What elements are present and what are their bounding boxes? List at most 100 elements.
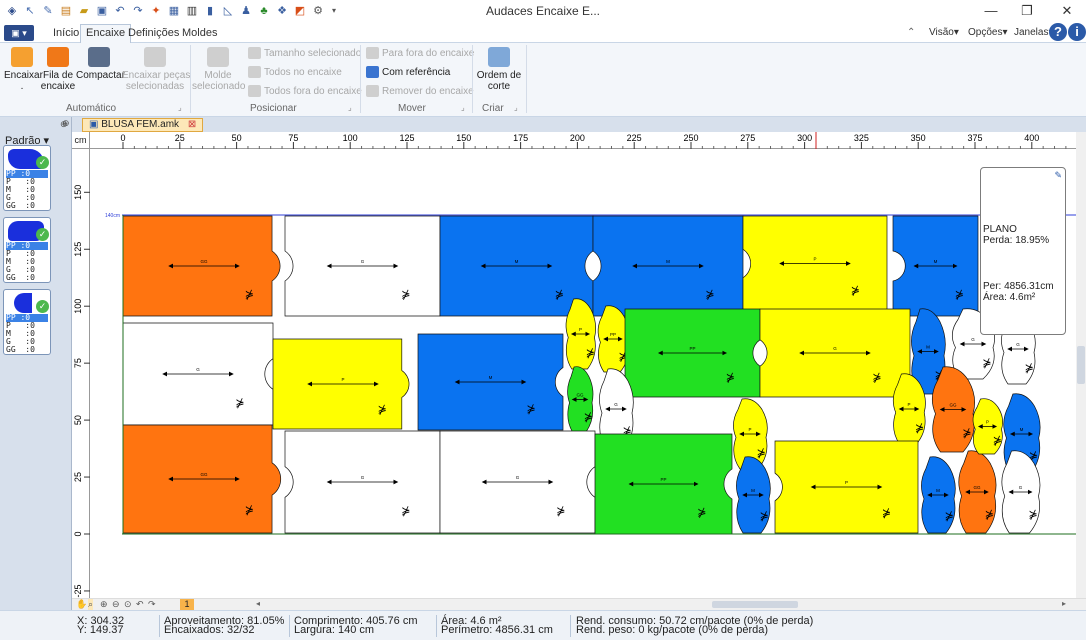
piece-size-label: P <box>907 402 910 407</box>
group-posicionar: Posicionar <box>250 103 297 114</box>
menu-janelas[interactable]: Janelas▾ <box>1014 27 1054 38</box>
marker-piece[interactable]: G⋡ <box>1001 450 1041 534</box>
group-expand-icon[interactable]: ⌟ <box>348 103 352 112</box>
piece-notch-icon: ⋡ <box>993 434 1002 447</box>
piece-size-label: GG <box>200 259 208 264</box>
pin-icon[interactable]: ⊕ <box>62 118 70 129</box>
group-expand-icon[interactable]: ⌟ <box>514 103 518 112</box>
marker-piece[interactable]: G⋡ <box>284 430 441 534</box>
compactar-button[interactable]: Compactar <box>76 47 125 81</box>
marker-piece[interactable]: GG ⋡ <box>122 215 281 317</box>
piece-notch-icon: ⋡ <box>584 410 593 423</box>
piece-size-label: M <box>1020 427 1024 432</box>
para-fora-button[interactable]: Para fora do encaixe <box>366 46 474 62</box>
marker-piece[interactable]: P⋡ <box>972 398 1003 455</box>
piece-notch-icon: ⋡ <box>982 356 991 369</box>
ruler-tick-label: 125 <box>73 242 83 257</box>
vscroll-thumb[interactable] <box>1077 346 1085 384</box>
marker-piece[interactable]: M⋡ <box>417 333 564 431</box>
tamanho-selecionado-button[interactable]: Tamanho selecionado <box>248 46 361 62</box>
horizontal-scrollbar[interactable]: ✋ ⌕ ⊕ ⊖ ⊙ ↶ ↷ 1 ◂ ▸ <box>72 598 1086 610</box>
marker-piece[interactable]: P⋡ <box>272 338 410 430</box>
ruler-tick-label: 75 <box>288 133 298 143</box>
piece-size-label: G <box>361 259 365 264</box>
tab-moldes[interactable]: Moldes <box>177 25 222 43</box>
close-button[interactable]: ✕ <box>1050 0 1084 22</box>
card-settings-icon[interactable]: ✎ <box>1054 170 1062 181</box>
encaixar-button[interactable]: Encaixar . <box>4 47 43 92</box>
piece-size-label: M <box>515 259 519 264</box>
remover-button[interactable]: Remover do encaixe <box>366 84 474 100</box>
molde-selecionado-button[interactable]: Molde selecionado <box>192 47 245 92</box>
zoom-out-icon[interactable]: ⊖ <box>112 599 120 610</box>
marker-piece[interactable]: PP⋡ <box>597 305 629 373</box>
marker-piece[interactable]: GG ⋡ <box>567 366 594 433</box>
area-label: Área: 4.6m² <box>983 292 1036 303</box>
marker-piece[interactable]: GG ⋡ <box>122 424 282 534</box>
document-tab[interactable]: ▣ BLUSA FEM.amk ⊠ <box>82 118 204 132</box>
todos-no-encaixe-button[interactable]: Todos no encaixe <box>248 65 342 81</box>
marker-piece[interactable]: GG ⋡ <box>958 450 997 534</box>
marker-piece[interactable]: PP⋡ <box>624 308 761 398</box>
zoom-prev-icon[interactable]: ↶ <box>136 599 144 610</box>
pan-icon[interactable]: ✋ <box>76 599 87 610</box>
marker-piece[interactable]: P⋡ <box>892 373 926 445</box>
scroll-right-icon[interactable]: ▸ <box>1062 599 1066 608</box>
marker-piece[interactable]: M⋡ <box>892 215 979 317</box>
info-icon[interactable]: i <box>1068 23 1086 41</box>
size-row: GG :0 <box>6 201 35 210</box>
menu-visao[interactable]: Visão▾ <box>929 27 959 38</box>
marker-canvas[interactable]: GG ⋡ G ⋡ M ⋡ M ⋡ P ⋡ M ⋡ G ⋡ P ⋡ M ⋡ P ⋡ PP ⋡ PP ⋡ G ⋡ M ⋡ G ⋡ G ⋡ GG ⋡ G ⋡… <box>90 149 1076 598</box>
maximize-button[interactable]: ❐ <box>1010 0 1044 22</box>
piece-shape <box>14 293 32 313</box>
marker-piece[interactable]: M⋡ <box>736 456 771 534</box>
piece-notch-icon: ⋡ <box>955 288 964 301</box>
minimize-ribbon-icon[interactable]: ⌃ <box>907 27 915 38</box>
close-tab-icon[interactable]: ⊠ <box>188 119 196 130</box>
todos-fora-button[interactable]: Todos fora do encaixe <box>248 84 362 100</box>
piece-size-label: G <box>361 475 365 480</box>
group-expand-icon[interactable]: ⌟ <box>178 103 182 112</box>
minimize-button[interactable]: — <box>974 0 1008 22</box>
marker-piece[interactable]: G⋡ <box>122 322 274 426</box>
help-icon[interactable]: ? <box>1049 23 1067 41</box>
piece-notch-icon: ⋡ <box>872 371 881 384</box>
encaixar-pecas-button[interactable]: Encaixar peças selecionadas <box>122 47 190 92</box>
tab-inicio[interactable]: Início <box>48 25 84 43</box>
group-expand-icon[interactable]: ⌟ <box>461 103 465 112</box>
tab-definicoes[interactable]: Definições <box>123 25 184 43</box>
marker-piece[interactable]: P⋡ <box>565 298 596 370</box>
zoom-next-icon[interactable]: ↷ <box>148 599 156 610</box>
marker-piece[interactable]: G⋡ <box>439 430 596 534</box>
com-referencia-button[interactable]: Com referência <box>366 65 450 81</box>
scroll-left-icon[interactable]: ◂ <box>256 599 260 608</box>
marker-piece[interactable]: PP⋡ <box>594 433 733 535</box>
zoom-fit-icon[interactable]: ⊙ <box>124 599 132 610</box>
marker-piece[interactable]: GG ⋡ <box>931 366 975 453</box>
marker-piece[interactable]: M⋡ <box>439 215 594 317</box>
size-icon <box>248 47 261 60</box>
model-thumb[interactable]: ✓ PP :0 P :0 M :0 G :0 GG :0 <box>3 145 51 211</box>
menu-opcoes[interactable]: Opções▾ <box>968 27 1008 38</box>
marker-piece[interactable]: G⋡ <box>284 215 441 317</box>
group-mover: Mover <box>398 103 426 114</box>
model-thumb[interactable]: ✓ PP :0 P :0 M :0 G :0 GG :0 <box>3 289 51 355</box>
vertical-scrollbar[interactable] <box>1076 132 1086 598</box>
ordem-corte-button[interactable]: Ordem de corte <box>476 47 522 92</box>
model-thumb[interactable]: ✓ PP :0 P :0 M :0 G :0 GG :0 <box>3 217 51 283</box>
ribbon: Encaixar . Fila de encaixe Compactar Enc… <box>0 43 1086 117</box>
page-number[interactable]: 1 <box>180 599 194 610</box>
piece-notch-icon: ⋡ <box>915 421 924 434</box>
fila-encaixe-button[interactable]: Fila de encaixe <box>40 47 76 92</box>
app-menu-button[interactable]: ▣ ▾ <box>4 25 34 41</box>
zoom-window-icon[interactable]: ⌕ <box>88 599 94 610</box>
perimetro-status: Perímetro: 4856.31 cm <box>441 624 553 636</box>
hscroll-thumb[interactable] <box>712 601 798 608</box>
marker-piece[interactable]: M⋡ <box>921 456 956 534</box>
ruler-tick-label: 125 <box>399 133 414 143</box>
zoom-in-icon[interactable]: ⊕ <box>100 599 108 610</box>
marker-piece[interactable]: P⋡ <box>774 440 919 534</box>
marker-piece[interactable]: M⋡ <box>592 215 744 317</box>
marker-piece[interactable]: P⋡ <box>742 215 888 312</box>
marker-piece[interactable]: G⋡ <box>759 308 911 398</box>
